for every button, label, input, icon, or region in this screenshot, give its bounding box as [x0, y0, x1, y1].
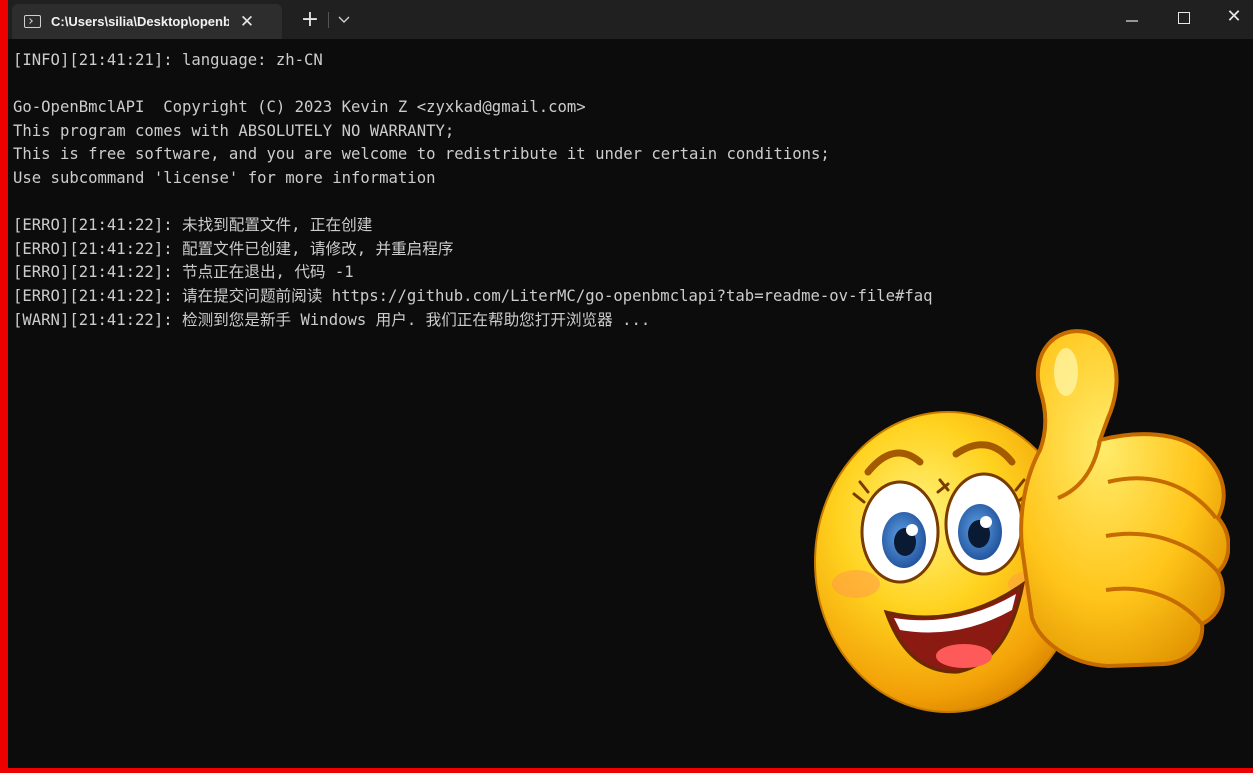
console-line: This program comes with ABSOLUTELY NO WA…: [13, 121, 455, 140]
close-window-button[interactable]: ✕: [1211, 0, 1253, 36]
console-line: Go-OpenBmclAPI Copyright (C) 2023 Kevin …: [13, 98, 586, 117]
console-line: Use subcommand 'license' for more inform…: [13, 168, 436, 187]
tab-close-button[interactable]: ✕: [235, 10, 259, 34]
thumbs-up-smiley-emoji: [814, 329, 1230, 713]
console-line: [ERRO][21:41:22]: 配置文件已创建, 请修改, 并重启程序: [13, 239, 454, 258]
terminal-tab[interactable]: C:\Users\silia\Desktop\openbr ✕: [12, 4, 282, 39]
console-line: [ERRO][21:41:22]: 节点正在退出, 代码 -1: [13, 263, 354, 282]
minimize-button[interactable]: [1109, 0, 1155, 36]
command-prompt-icon: [24, 15, 41, 28]
new-tab-button[interactable]: +: [298, 8, 322, 32]
maximize-icon: [1178, 11, 1190, 24]
maximize-button[interactable]: [1161, 0, 1207, 36]
console-line: [INFO][21:41:21]: language: zh-CN: [13, 51, 323, 69]
chevron-down-icon[interactable]: [334, 10, 354, 30]
title-bar: C:\Users\silia\Desktop\openbr ✕ + ✕: [8, 0, 1253, 39]
console-line: [ERRO][21:41:22]: 请在提交问题前阅读 https://gith…: [13, 286, 933, 305]
tab-title: C:\Users\silia\Desktop\openbr: [51, 14, 229, 29]
console-line: This is free software, and you are welco…: [13, 145, 830, 164]
divider: [328, 12, 329, 28]
console-line: [ERRO][21:41:22]: 未找到配置文件, 正在创建: [13, 216, 373, 235]
